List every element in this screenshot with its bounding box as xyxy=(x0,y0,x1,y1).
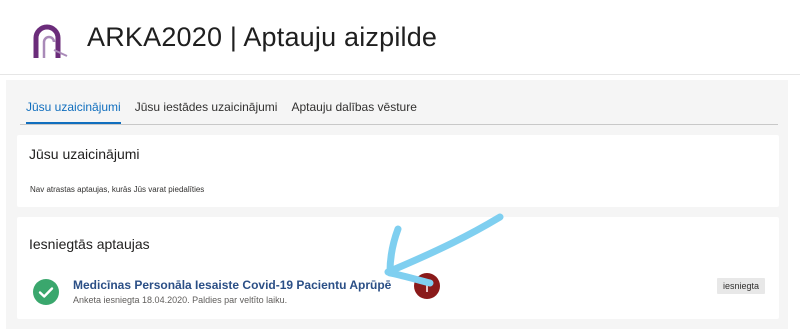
tab-bar: Jūsu uzaicinājumi Jūsu iestādes uzaicinā… xyxy=(20,96,425,124)
invitations-card: Jūsu uzaicinājumi Nav atrastas aptaujas,… xyxy=(17,135,779,207)
submitted-title: Iesniegtās aptaujas xyxy=(29,236,150,252)
arka-logo-icon xyxy=(33,24,68,58)
invitations-title: Jūsu uzaicinājumi xyxy=(29,146,140,162)
page-title: ARKA2020 | Aptauju aizpilde xyxy=(87,22,438,52)
app-header: ARKA2020 | Aptauju aizpilde xyxy=(0,0,800,75)
tab-your-invitations[interactable]: Jūsu uzaicinājumi xyxy=(20,96,127,124)
check-circle-icon xyxy=(33,279,59,305)
tab-divider xyxy=(20,124,778,125)
status-badge: iesniegta xyxy=(716,278,765,294)
empty-message: Nav atrastas aptaujas, kurās Jūs varat p… xyxy=(30,185,205,194)
survey-link[interactable]: Medicīnas Personāla Iesaiste Covid-19 Pa… xyxy=(73,278,391,292)
tab-participation-history[interactable]: Aptauju dalības vēsture xyxy=(285,96,422,124)
tab-institution-invitations[interactable]: Jūsu iestādes uzaicinājumi xyxy=(129,96,284,124)
submitted-card: Iesniegtās aptaujas Medicīnas Personāla … xyxy=(17,217,779,319)
survey-subtitle: Anketa iesniegta 18.04.2020. Paldies par… xyxy=(73,295,288,305)
cursor-marker-icon xyxy=(414,273,440,299)
